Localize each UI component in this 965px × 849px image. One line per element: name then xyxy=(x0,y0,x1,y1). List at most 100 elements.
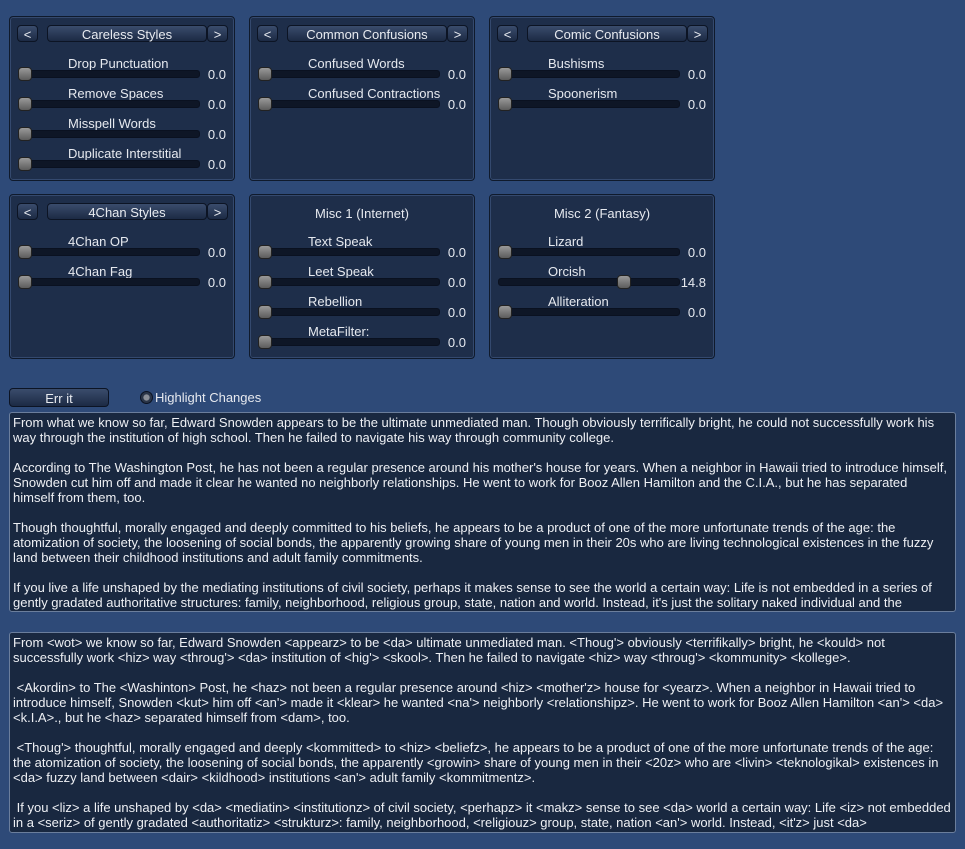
slider-row: MetaFilter: 0.0 xyxy=(250,324,474,354)
slider-thumb[interactable] xyxy=(498,305,512,319)
slider-value: 0.0 xyxy=(447,97,466,112)
slider-track[interactable] xyxy=(498,245,680,259)
slider-thumb[interactable] xyxy=(258,275,272,289)
slider-value: 0.0 xyxy=(207,97,226,112)
slider-label: 4Chan Fag xyxy=(68,264,133,279)
panel-common-confusions: < Common Confusions > Confused Words 0.0… xyxy=(249,16,475,181)
category-button[interactable]: Common Confusions xyxy=(287,25,447,42)
slider-value: 0.0 xyxy=(687,97,706,112)
slider-row: Remove Spaces 0.0 xyxy=(10,86,234,116)
prev-button[interactable]: < xyxy=(17,25,38,42)
slider-label: Drop Punctuation xyxy=(68,56,169,71)
next-button[interactable]: > xyxy=(447,25,468,42)
slider-label: Remove Spaces xyxy=(68,86,164,101)
panel-4chan-styles: < 4Chan Styles > 4Chan OP 0.0 4Chan Fag … xyxy=(9,194,235,359)
slider-thumb[interactable] xyxy=(258,67,272,81)
slider-track[interactable] xyxy=(498,305,680,319)
slider-track[interactable] xyxy=(18,127,200,141)
slider-track[interactable] xyxy=(258,245,440,259)
slider-row: Text Speak 0.0 xyxy=(250,234,474,264)
slider-value: 0.0 xyxy=(687,245,706,260)
slider-track[interactable] xyxy=(18,67,200,81)
slider-thumb[interactable] xyxy=(258,245,272,259)
slider-label: 4Chan OP xyxy=(68,234,129,249)
slider-value: 0.0 xyxy=(207,157,226,172)
slider-label: Rebellion xyxy=(308,294,363,309)
slider-row: Confused Words 0.0 xyxy=(250,56,474,86)
slider-thumb[interactable] xyxy=(18,97,32,111)
slider-thumb[interactable] xyxy=(18,157,32,171)
slider-row: Rebellion 0.0 xyxy=(250,294,474,324)
slider-track[interactable] xyxy=(258,305,440,319)
panel-title: Misc 1 (Internet) xyxy=(315,206,409,221)
slider-row: Misspell Words 0.0 xyxy=(10,116,234,146)
slider-value: 0.0 xyxy=(447,245,466,260)
slider-thumb[interactable] xyxy=(18,67,32,81)
slider-track[interactable] xyxy=(258,275,440,289)
slider-value: 0.0 xyxy=(447,67,466,82)
slider-row: Leet Speak 0.0 xyxy=(250,264,474,294)
slider-track[interactable] xyxy=(498,97,680,111)
input-text-area[interactable]: From what we know so far, Edward Snowden… xyxy=(9,412,956,612)
panel-careless-styles: < Careless Styles > Drop Punctuation 0.0… xyxy=(9,16,235,181)
highlight-changes-toggle[interactable]: Highlight Changes xyxy=(140,389,261,405)
prev-button[interactable]: < xyxy=(17,203,38,220)
prev-button[interactable]: < xyxy=(497,25,518,42)
slider-value: 14.8 xyxy=(680,275,706,290)
slider-thumb[interactable] xyxy=(18,275,32,289)
slider-row: Lizard 0.0 xyxy=(490,234,714,264)
slider-label: Leet Speak xyxy=(308,264,374,279)
slider-row: Drop Punctuation 0.0 xyxy=(10,56,234,86)
slider-row: 4Chan OP 0.0 xyxy=(10,234,234,264)
slider-thumb[interactable] xyxy=(18,245,32,259)
radio-icon[interactable] xyxy=(140,390,153,404)
slider-row: Orcish 14.8 xyxy=(490,264,714,294)
slider-value: 0.0 xyxy=(447,305,466,320)
slider-row: Spoonerism 0.0 xyxy=(490,86,714,116)
slider-thumb[interactable] xyxy=(617,275,632,289)
slider-thumb[interactable] xyxy=(498,97,512,111)
slider-thumb[interactable] xyxy=(498,67,512,81)
slider-value: 0.0 xyxy=(207,127,226,142)
next-button[interactable]: > xyxy=(687,25,708,42)
slider-thumb[interactable] xyxy=(498,245,512,259)
slider-row: Alliteration 0.0 xyxy=(490,294,714,324)
slider-thumb[interactable] xyxy=(258,335,272,349)
next-button[interactable]: > xyxy=(207,25,228,42)
slider-thumb[interactable] xyxy=(18,127,32,141)
prev-button[interactable]: < xyxy=(257,25,278,42)
category-button[interactable]: Comic Confusions xyxy=(527,25,687,42)
slider-label: Duplicate Interstitial xyxy=(68,146,182,161)
slider-track[interactable] xyxy=(18,157,200,171)
slider-track[interactable] xyxy=(498,67,680,81)
panel-misc-2-fantasy: Misc 2 (Fantasy) Lizard 0.0 Orcish 14.8 … xyxy=(489,194,715,359)
slider-track[interactable] xyxy=(18,245,200,259)
slider-label: Misspell Words xyxy=(68,116,156,131)
slider-track[interactable] xyxy=(258,67,440,81)
slider-label: Alliteration xyxy=(548,294,609,309)
output-text-area[interactable]: From <wot> we know so far, Edward Snowde… xyxy=(9,632,956,833)
slider-row: Confused Contractions 0.0 xyxy=(250,86,474,116)
slider-track[interactable] xyxy=(258,335,440,349)
slider-label: MetaFilter: xyxy=(308,324,370,339)
slider-value: 0.0 xyxy=(207,245,226,260)
slider-track[interactable] xyxy=(258,97,440,111)
slider-label: Bushisms xyxy=(548,56,605,71)
slider-label: Lizard xyxy=(548,234,584,249)
slider-track[interactable] xyxy=(498,275,680,289)
slider-thumb[interactable] xyxy=(258,305,272,319)
slider-value: 0.0 xyxy=(207,67,226,82)
highlight-changes-label: Highlight Changes xyxy=(155,389,262,405)
err-it-button[interactable]: Err it xyxy=(9,388,109,407)
slider-value: 0.0 xyxy=(687,67,706,82)
slider-row: Bushisms 0.0 xyxy=(490,56,714,86)
slider-track[interactable] xyxy=(18,97,200,111)
slider-thumb[interactable] xyxy=(258,97,272,111)
category-button[interactable]: 4Chan Styles xyxy=(47,203,207,220)
slider-row: Duplicate Interstitial 0.0 xyxy=(10,146,234,176)
panel-misc-1-internet: Misc 1 (Internet) Text Speak 0.0 Leet Sp… xyxy=(249,194,475,359)
slider-label: Confused Words xyxy=(308,56,405,71)
category-button[interactable]: Careless Styles xyxy=(47,25,207,42)
next-button[interactable]: > xyxy=(207,203,228,220)
slider-track[interactable] xyxy=(18,275,200,289)
